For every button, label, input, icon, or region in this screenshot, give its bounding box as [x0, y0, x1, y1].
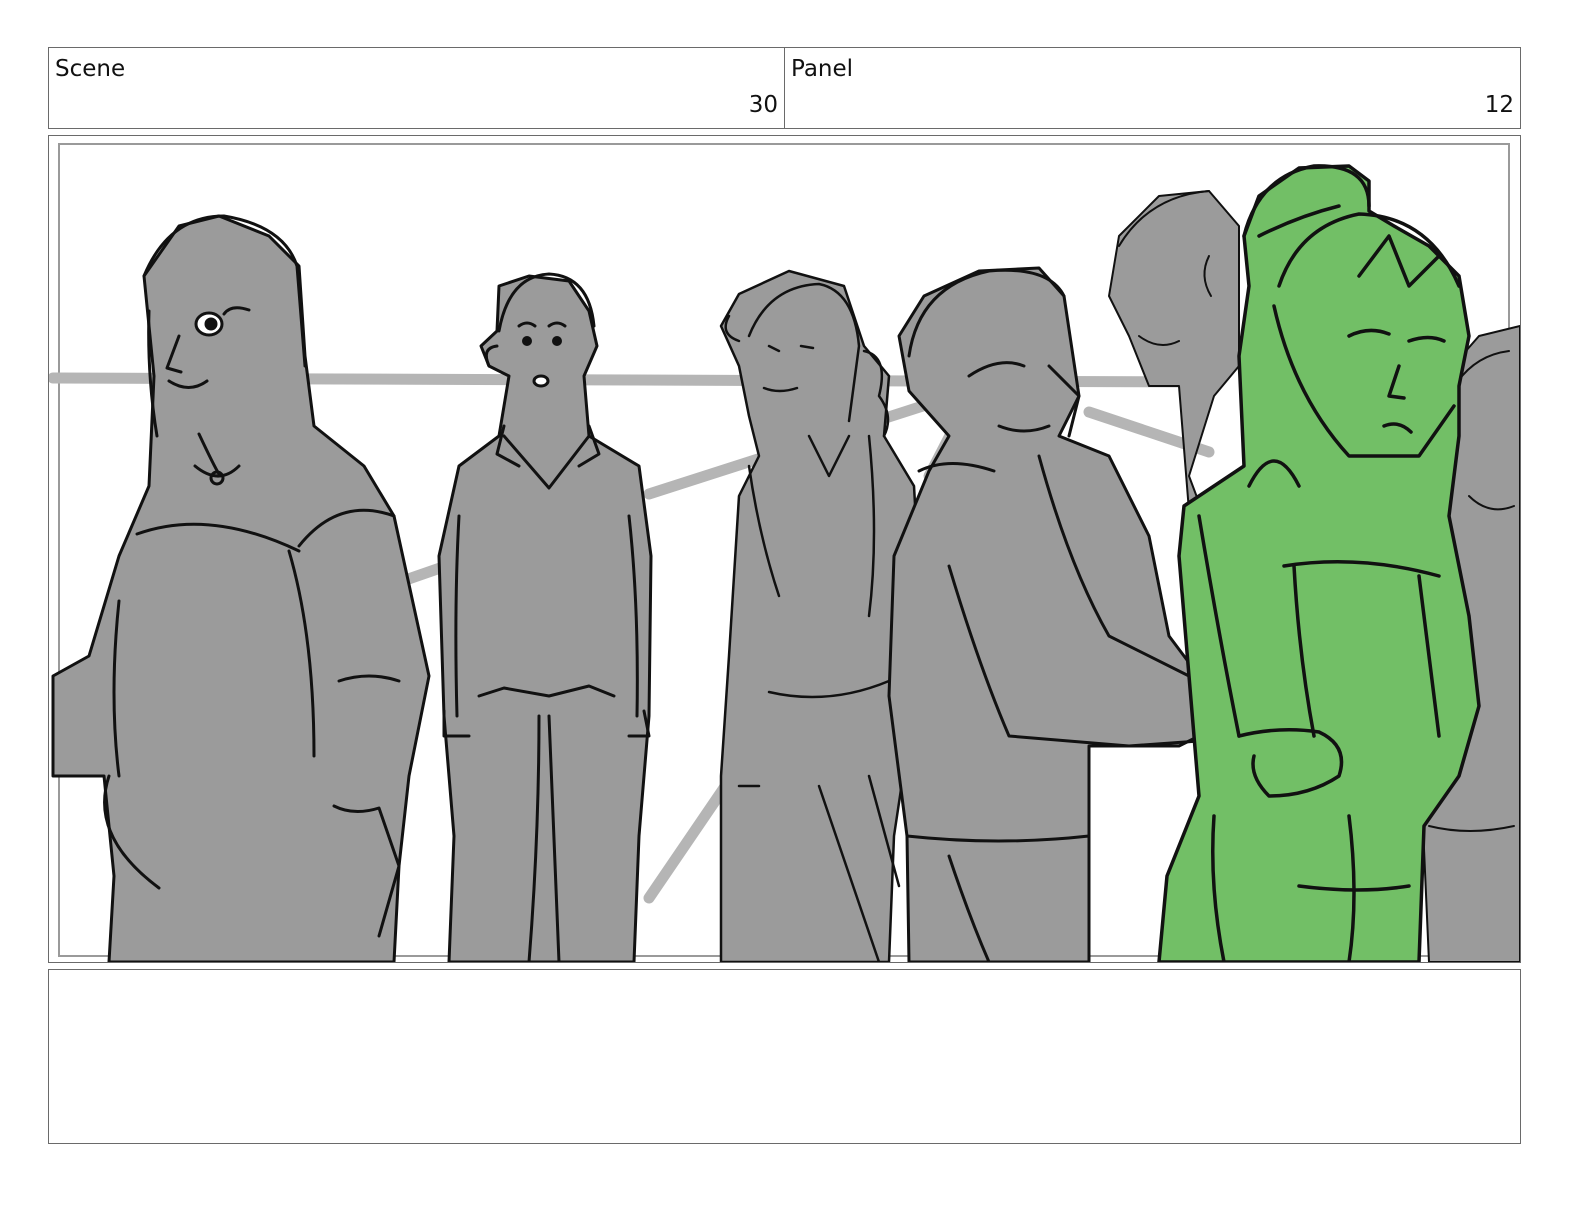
storyboard-drawing [49, 143, 1520, 962]
notes-box [48, 969, 1521, 1144]
scene-number: 30 [748, 92, 778, 118]
panel-label: Panel [791, 56, 854, 82]
scene-label: Scene [55, 56, 126, 82]
panel-number: 12 [1484, 92, 1514, 118]
panel-cell: Panel 12 [784, 48, 1520, 128]
storyboard-frame [48, 135, 1521, 963]
panel-header: Scene 30 Panel 12 [48, 47, 1521, 129]
figure-woman-curls [719, 269, 921, 962]
scene-cell: Scene 30 [49, 48, 784, 128]
figure-woman-left [51, 214, 431, 962]
